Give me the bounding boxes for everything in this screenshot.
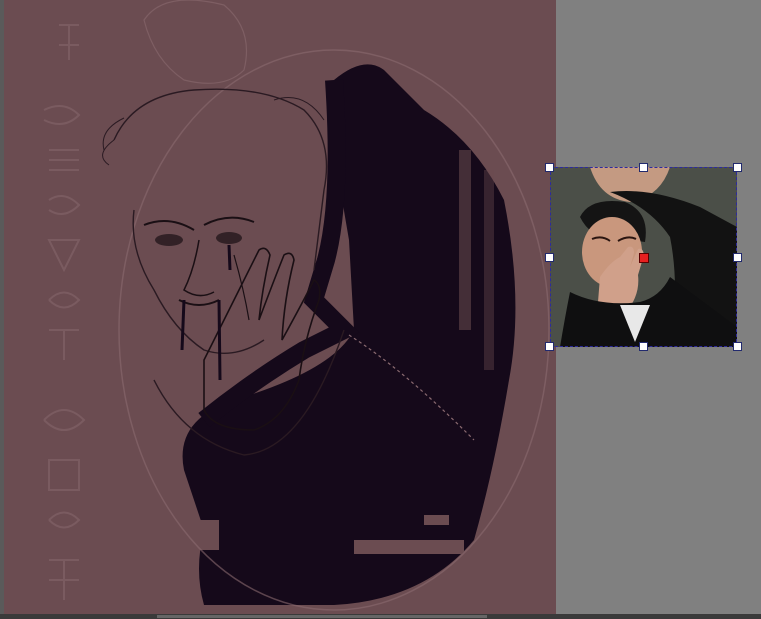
transform-handle-middle-right[interactable] (733, 253, 742, 262)
drawing-canvas[interactable] (4, 0, 556, 614)
transform-handle-top-right[interactable] (733, 163, 742, 172)
transform-handle-bottom-left[interactable] (545, 342, 554, 351)
transform-handle-middle-left[interactable] (545, 253, 554, 262)
transform-pivot-point[interactable] (639, 253, 649, 263)
workspace[interactable] (0, 0, 761, 619)
transform-handle-top-center[interactable] (639, 163, 648, 172)
sketch-artwork (43, 0, 550, 611)
transform-handle-top-left[interactable] (545, 163, 554, 172)
transform-handle-bottom-center[interactable] (639, 342, 648, 351)
horizontal-scrollbar[interactable] (0, 614, 761, 619)
transform-handle-bottom-right[interactable] (733, 342, 742, 351)
scrollbar-thumb[interactable] (157, 615, 487, 618)
